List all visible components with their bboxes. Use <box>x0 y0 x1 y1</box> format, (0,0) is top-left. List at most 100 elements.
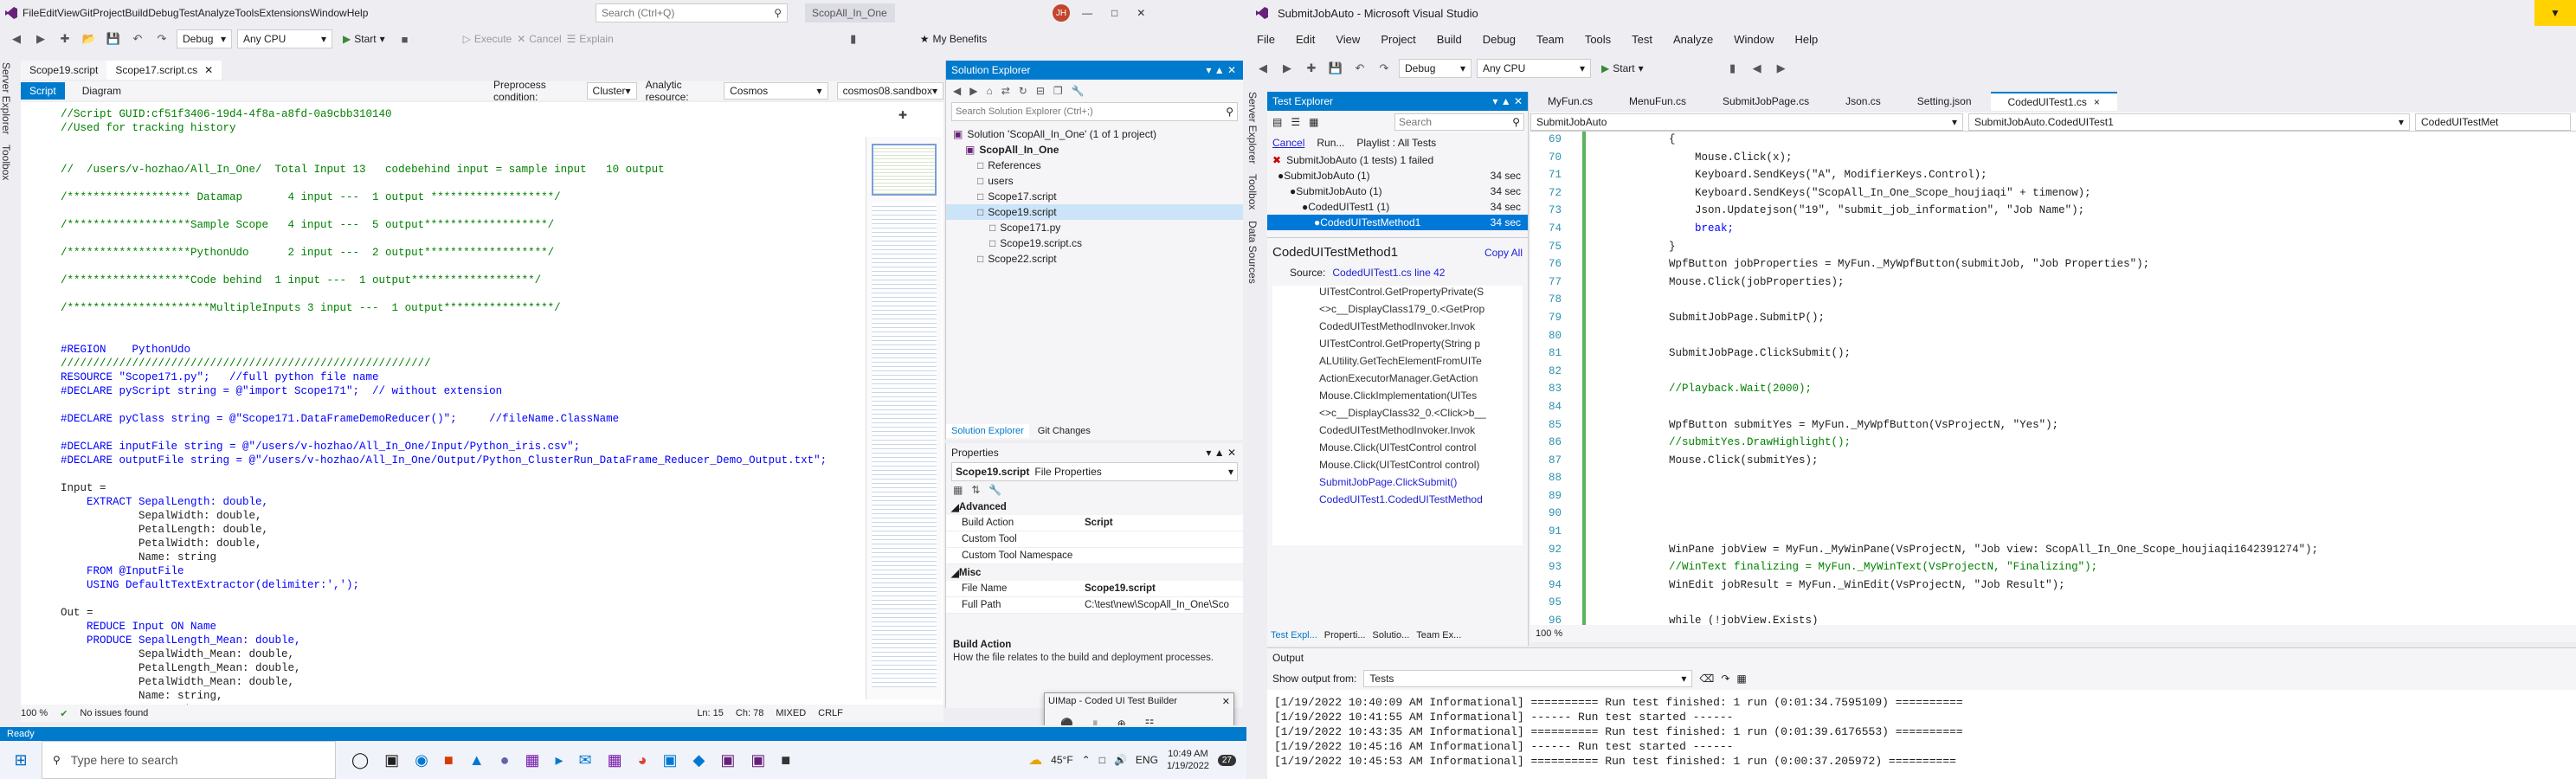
copy-all-link[interactable]: Copy All <box>1484 247 1523 259</box>
language[interactable]: ENG <box>1136 754 1158 766</box>
windows-start-icon[interactable]: ⊞ <box>0 751 42 769</box>
menu-item[interactable]: Test <box>1621 33 1663 46</box>
property-row[interactable]: Full Path C:\test\new\ScopAll_In_One\Sco <box>946 597 1243 614</box>
editor-tab[interactable]: Setting.json <box>1900 92 1989 111</box>
property-row[interactable]: Build Action Script <box>946 515 1243 531</box>
forward-icon[interactable]: ▶ <box>1278 59 1297 78</box>
tab-team-explorer[interactable]: Team Ex... <box>1416 630 1461 641</box>
stack-link[interactable]: SubmitJobPage.ClickSubmit() <box>1319 476 1523 493</box>
menu-item[interactable]: Analyze <box>198 7 235 19</box>
bookmark-prev-icon[interactable]: ◀ <box>1748 59 1767 78</box>
undo-icon[interactable]: ↶ <box>1350 59 1369 78</box>
show-all-icon[interactable]: ❐ <box>1053 85 1063 97</box>
app-icon[interactable]: ■ <box>444 751 454 769</box>
stack-link[interactable]: CodedUITest1.CodedUITestMethod <box>1319 493 1523 511</box>
attach-icon[interactable]: ■ <box>396 29 415 48</box>
new-item-icon[interactable]: ✚ <box>55 29 74 48</box>
columns-icon[interactable]: ▦ <box>1309 116 1318 128</box>
editor-tab[interactable]: MyFun.cs <box>1530 92 1610 111</box>
widgets-icon[interactable]: ▣ <box>384 751 399 769</box>
close-icon[interactable]: ✕ <box>1137 7 1145 19</box>
menu-item[interactable]: View <box>57 7 80 19</box>
bookmark-next-icon[interactable]: ▶ <box>1772 59 1791 78</box>
menu-item[interactable]: Edit <box>39 7 57 19</box>
tab-solution[interactable]: Solutio... <box>1372 630 1409 641</box>
solution-tree-item[interactable]: ▣ ScopAll_In_One <box>946 142 1243 158</box>
filter-icon[interactable]: ▼ <box>2534 0 2576 26</box>
menu-item[interactable]: Tools <box>235 7 259 19</box>
toolbox-tab[interactable]: Toolbox <box>1246 169 1259 215</box>
tab-solution-explorer[interactable]: Solution Explorer <box>946 424 1029 438</box>
solution-tree-item[interactable]: □ users <box>946 173 1243 189</box>
editor-tab[interactable]: MenuFun.cs <box>1612 92 1703 111</box>
vscode-icon[interactable]: ▸ <box>555 751 563 769</box>
bookmark-icon[interactable]: ▮ <box>844 29 863 48</box>
menu-item[interactable]: Analyze <box>1663 33 1723 46</box>
properties-object-select[interactable]: Scope19.script File Properties ▾ <box>951 462 1238 481</box>
tab-diagram[interactable]: Diagram <box>74 82 130 100</box>
solution-search-input[interactable]: Search Solution Explorer (Ctrl+;) ⚲ <box>951 102 1238 121</box>
nav-project-select[interactable]: SubmitJobAuto ▾ <box>1530 113 1963 131</box>
cancel-link[interactable]: Cancel <box>1272 137 1304 149</box>
save-icon[interactable]: 💾 <box>104 29 123 48</box>
solution-tree-item[interactable]: □ Scope19.script.cs <box>946 235 1243 251</box>
test-tree-item[interactable]: ● CodedUITestMethod1 34 sec <box>1267 215 1528 230</box>
volume-icon[interactable]: 🔊 <box>1114 754 1127 766</box>
menu-item[interactable]: File <box>1246 33 1285 46</box>
back-icon[interactable]: ◀ <box>953 85 961 97</box>
menu-item[interactable]: Tools <box>1575 33 1621 46</box>
config-select[interactable]: Debug ▾ <box>177 29 232 48</box>
test-tree-item[interactable]: ● SubmitJobAuto (1) 34 sec <box>1267 183 1528 199</box>
code-minimap[interactable] <box>866 137 942 699</box>
nav-member-select[interactable]: CodedUITestMet <box>2415 113 2571 131</box>
onenote-icon[interactable]: ▦ <box>525 751 539 769</box>
menu-item[interactable]: Project <box>1370 33 1426 46</box>
tray-chevron-icon[interactable]: ⌃ <box>1082 754 1091 766</box>
new-item-icon[interactable]: ✚ <box>1302 59 1321 78</box>
bookmark-icon[interactable]: ▮ <box>1723 59 1742 78</box>
clear-icon[interactable]: ⌫ <box>1699 673 1714 685</box>
sandbox-select[interactable]: cosmos08.sandbox ▾ <box>836 82 943 100</box>
menu-item[interactable]: Team <box>1526 33 1575 46</box>
source-link[interactable]: CodedUITest1.cs line 42 <box>1332 267 1445 279</box>
toolbox-tab[interactable]: Toolbox <box>0 139 12 185</box>
menu-item[interactable]: Debug <box>148 7 178 19</box>
home-icon[interactable]: ⌂ <box>986 85 992 97</box>
list-icon[interactable]: ☰ <box>1291 116 1300 128</box>
toggle-icon[interactable]: ▦ <box>1736 673 1746 685</box>
server-explorer-tab[interactable]: Server Explorer <box>1246 87 1259 169</box>
property-row[interactable]: File Name Scope19.script <box>946 581 1243 597</box>
save-icon[interactable]: 💾 <box>1326 59 1345 78</box>
search-box[interactable]: Search (Ctrl+Q) ⚲ <box>596 3 788 23</box>
menu-item[interactable]: Help <box>347 7 369 19</box>
notification-badge[interactable]: 27 <box>1217 754 1236 766</box>
property-pages-icon[interactable]: 🔧 <box>989 484 1001 496</box>
platform-select[interactable]: Any CPU ▾ <box>237 29 332 48</box>
group-icon[interactable]: ▤ <box>1272 116 1282 128</box>
analytic-select[interactable]: Cosmos ▾ <box>724 82 828 100</box>
cs-editor[interactable]: 69 {70 Mouse.Click(x); 71 Keyboard.SendKe… <box>1530 132 2576 625</box>
menu-item[interactable]: Build <box>1426 33 1472 46</box>
app-icon[interactable]: ■ <box>781 751 790 769</box>
tab-scope17-cs[interactable]: Scope17.script.cs ✕ <box>106 61 222 80</box>
menu-item[interactable]: Help <box>1785 33 1829 46</box>
run-menu[interactable]: Run... <box>1317 137 1344 149</box>
network-icon[interactable]: □ <box>1099 754 1105 766</box>
task-view-icon[interactable]: ◯ <box>351 751 369 769</box>
onenote-icon[interactable]: ▦ <box>608 751 622 769</box>
menu-item[interactable]: Project <box>93 7 125 19</box>
properties-icon[interactable]: 🔧 <box>1072 85 1085 97</box>
solution-tree-item[interactable]: □ Scope22.script <box>946 251 1243 267</box>
property-row[interactable]: Custom Tool <box>946 531 1243 548</box>
menu-item[interactable]: Test <box>179 7 198 19</box>
redo-icon[interactable]: ↷ <box>152 29 171 48</box>
maximize-icon[interactable]: □ <box>1111 7 1117 19</box>
app-icon[interactable]: ▣ <box>663 751 678 769</box>
solution-tree-item[interactable]: □ Scope171.py <box>946 220 1243 235</box>
menu-item[interactable]: View <box>1325 33 1370 46</box>
my-benefits-button[interactable]: ★ My Benefits <box>920 33 987 45</box>
preprocess-select[interactable]: Cluster ▾ <box>586 82 637 100</box>
test-tree-item[interactable]: ● CodedUITest1 (1) 34 sec <box>1267 199 1528 215</box>
word-wrap-icon[interactable]: ↷ <box>1721 673 1729 685</box>
tab-script[interactable]: Script <box>21 82 65 100</box>
